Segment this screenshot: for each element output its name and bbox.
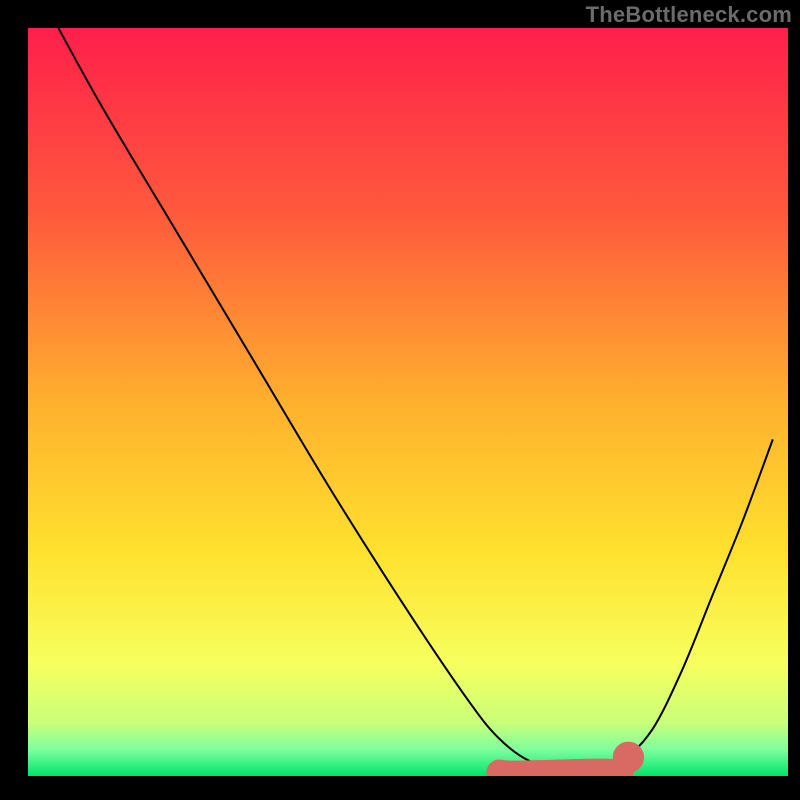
optimal-zone-end-dot	[613, 742, 644, 773]
chart-stage: TheBottleneck.com	[0, 0, 800, 800]
optimal-zone-marker	[499, 771, 621, 773]
bottleneck-chart	[0, 0, 800, 800]
plot-background	[28, 28, 788, 776]
watermark-text: TheBottleneck.com	[586, 2, 792, 28]
